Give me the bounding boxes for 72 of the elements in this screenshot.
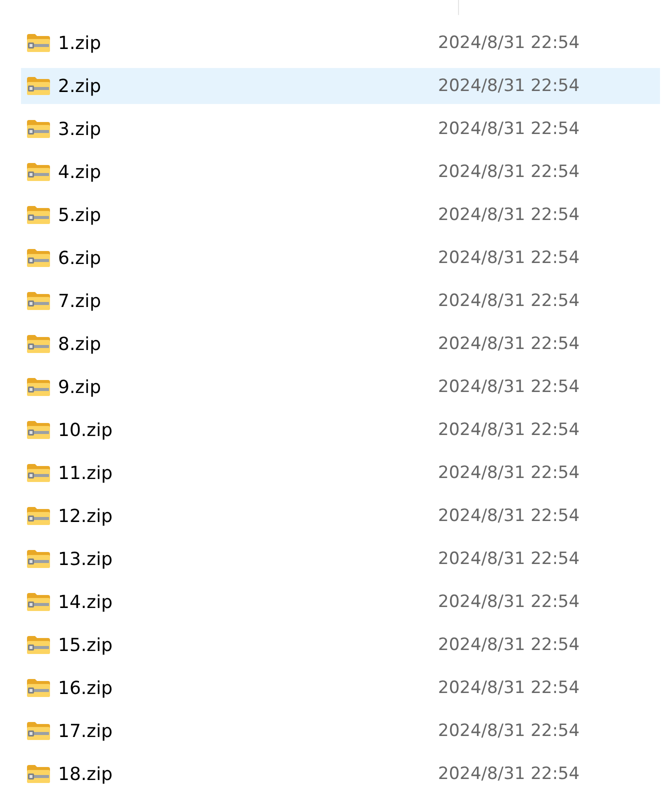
file-name: 3.zip	[58, 118, 102, 140]
zip-folder-icon	[27, 163, 50, 181]
modified-date: 2024/8/31 22:54	[438, 377, 580, 397]
modified-date: 2024/8/31 22:54	[438, 678, 580, 698]
zip-folder-icon	[27, 421, 50, 439]
modified-date: 2024/8/31 22:54	[438, 205, 580, 225]
file-name: 9.zip	[58, 376, 102, 398]
file-row[interactable]: 14.zip 2024/8/31 22:54	[21, 584, 660, 620]
file-row[interactable]: 16.zip 2024/8/31 22:54	[21, 670, 660, 706]
file-name: 2.zip	[58, 76, 102, 96]
modified-date: 2024/8/31 22:54	[438, 162, 580, 182]
file-row[interactable]: 10.zip 2024/8/31 22:54	[21, 412, 660, 448]
file-row[interactable]: 5.zip 2024/8/31 22:54	[21, 197, 660, 233]
modified-date: 2024/8/31 22:54	[438, 248, 580, 268]
modified-date: 2024/8/31 22:54	[438, 334, 580, 354]
zip-folder-icon	[27, 507, 50, 525]
zip-folder-icon	[27, 34, 50, 52]
modified-date: 2024/8/31 22:54	[438, 33, 580, 53]
zip-folder-icon	[27, 335, 50, 353]
file-row[interactable]: 17.zip 2024/8/31 22:54	[21, 713, 660, 749]
file-row[interactable]: 7.zip 2024/8/31 22:54	[21, 283, 660, 319]
file-name: 4.zip	[58, 162, 102, 182]
modified-date: 2024/8/31 22:54	[438, 291, 580, 311]
file-row[interactable]: 13.zip 2024/8/31 22:54	[21, 541, 660, 577]
file-row[interactable]: 15.zip 2024/8/31 22:54	[21, 627, 660, 663]
zip-folder-icon	[27, 722, 50, 740]
file-row[interactable]: 8.zip 2024/8/31 22:54	[21, 326, 660, 362]
modified-date: 2024/8/31 22:54	[438, 463, 580, 483]
file-name: 6.zip	[58, 248, 102, 268]
file-name: 16.zip	[58, 678, 114, 698]
file-name: 5.zip	[58, 204, 102, 226]
file-row[interactable]: 4.zip 2024/8/31 22:54	[21, 154, 660, 190]
zip-folder-icon	[27, 593, 50, 611]
zip-folder-icon	[27, 679, 50, 697]
file-name: 17.zip	[58, 720, 114, 742]
file-row[interactable]: 18.zip 2024/8/31 22:54	[21, 756, 660, 792]
zip-folder-icon	[27, 249, 50, 267]
zip-folder-icon	[27, 292, 50, 310]
file-row[interactable]: 2.zip 2024/8/31 22:54	[21, 68, 660, 104]
modified-date: 2024/8/31 22:54	[438, 549, 580, 569]
zip-folder-icon	[27, 765, 50, 783]
file-name: 12.zip	[58, 506, 114, 526]
zip-folder-icon	[27, 120, 50, 138]
file-name: 8.zip	[58, 334, 102, 354]
modified-date: 2024/8/31 22:54	[438, 635, 580, 655]
file-name: 13.zip	[58, 548, 114, 570]
file-name: 14.zip	[58, 592, 114, 612]
zip-folder-icon	[27, 378, 50, 396]
modified-date: 2024/8/31 22:54	[438, 592, 580, 612]
zip-folder-icon	[27, 464, 50, 482]
zip-folder-icon	[27, 550, 50, 568]
file-name: 7.zip	[58, 290, 102, 312]
modified-date: 2024/8/31 22:54	[438, 721, 580, 741]
zip-folder-icon	[27, 77, 50, 95]
file-name: 15.zip	[58, 634, 114, 656]
file-row[interactable]: 6.zip 2024/8/31 22:54	[21, 240, 660, 276]
file-name: 10.zip	[58, 420, 114, 440]
modified-date: 2024/8/31 22:54	[438, 420, 580, 440]
file-row[interactable]: 11.zip 2024/8/31 22:54	[21, 455, 660, 491]
modified-date: 2024/8/31 22:54	[438, 506, 580, 526]
file-row[interactable]: 3.zip 2024/8/31 22:54	[21, 111, 660, 147]
zip-folder-icon	[27, 206, 50, 224]
modified-date: 2024/8/31 22:54	[438, 76, 580, 96]
file-name: 18.zip	[58, 764, 114, 784]
modified-date: 2024/8/31 22:54	[438, 119, 580, 139]
file-name: 1.zip	[58, 32, 102, 54]
file-row[interactable]: 1.zip 2024/8/31 22:54	[21, 25, 660, 61]
zip-folder-icon	[27, 636, 50, 654]
modified-date: 2024/8/31 22:54	[438, 764, 580, 784]
file-name: 11.zip	[58, 462, 114, 484]
file-row[interactable]: 9.zip 2024/8/31 22:54	[21, 369, 660, 405]
file-row[interactable]: 12.zip 2024/8/31 22:54	[21, 498, 660, 534]
